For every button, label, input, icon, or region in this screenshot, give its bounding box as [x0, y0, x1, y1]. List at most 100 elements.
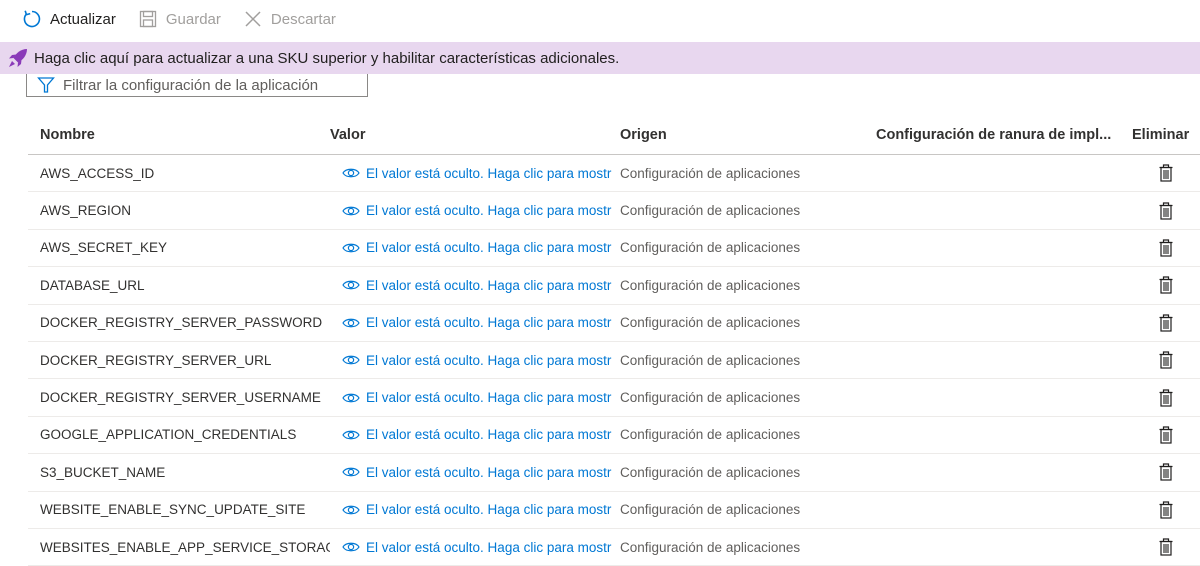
close-icon: [243, 9, 263, 29]
eye-icon: [342, 541, 360, 553]
save-label: Guardar: [165, 10, 221, 28]
table-row[interactable]: AWS_REGION El valor está oculto. Haga cl…: [28, 192, 1200, 230]
table-header: Nombre Valor Origen Configuración de ran…: [28, 116, 1200, 155]
delete-button[interactable]: [1132, 426, 1200, 444]
table-row[interactable]: GOOGLE_APPLICATION_CREDENTIALS El valor …: [28, 417, 1200, 455]
trash-icon: [1159, 201, 1173, 220]
delete-button[interactable]: [1132, 501, 1200, 519]
delete-button[interactable]: [1132, 538, 1200, 556]
table-row[interactable]: AWS_SECRET_KEY El valor está oculto. Hag…: [28, 230, 1200, 268]
setting-name: AWS_REGION: [40, 203, 132, 219]
eye-icon: [342, 317, 360, 329]
delete-button[interactable]: [1132, 276, 1200, 294]
hidden-value-link[interactable]: El valor está oculto. Haga clic para mos…: [330, 203, 620, 218]
trash-icon: [1159, 501, 1173, 519]
refresh-label: Actualizar: [50, 10, 116, 28]
delete-button[interactable]: [1132, 239, 1200, 257]
eye-icon: [342, 242, 360, 254]
rocket-icon: [6, 46, 30, 70]
setting-origin: Configuración de aplicaciones: [620, 240, 801, 256]
upgrade-banner[interactable]: Haga clic aquí para actualizar a una SKU…: [0, 42, 1200, 74]
eye-icon: [342, 167, 360, 179]
setting-name: AWS_ACCESS_ID: [40, 165, 155, 181]
setting-origin: Configuración de aplicaciones: [620, 539, 801, 555]
trash-icon: [1159, 239, 1173, 257]
command-bar: Actualizar Guardar Descartar: [0, 0, 1200, 38]
hidden-value-text: El valor está oculto. Haga clic para mos…: [366, 502, 612, 518]
table-row[interactable]: DOCKER_REGISTRY_SERVER_URL El valor está…: [28, 342, 1200, 380]
setting-name: WEBSITES_ENABLE_APP_SERVICE_STORAGE: [40, 539, 330, 555]
eye-icon: [342, 354, 360, 366]
hidden-value-text: El valor está oculto. Haga clic para mos…: [366, 203, 612, 219]
table-row[interactable]: WEBSITES_ENABLE_APP_SERVICE_STORAGE El v…: [28, 529, 1200, 566]
setting-origin: Configuración de aplicaciones: [620, 165, 801, 181]
hidden-value-text: El valor está oculto. Haga clic para mos…: [366, 315, 612, 331]
trash-icon: [1159, 426, 1173, 444]
eye-icon: [342, 504, 360, 516]
table-row[interactable]: WEBSITE_ENABLE_SYNC_UPDATE_SITE El valor…: [28, 492, 1200, 529]
setting-name: AWS_SECRET_KEY: [40, 240, 168, 256]
refresh-icon: [22, 9, 42, 29]
hidden-value-link[interactable]: El valor está oculto. Haga clic para mos…: [330, 315, 620, 330]
hidden-value-link[interactable]: El valor está oculto. Haga clic para mos…: [330, 353, 620, 368]
trash-icon: [1159, 314, 1173, 332]
hidden-value-text: El valor está oculto. Haga clic para mos…: [366, 240, 612, 256]
hidden-value-text: El valor está oculto. Haga clic para mos…: [366, 464, 612, 480]
table-body: AWS_ACCESS_ID El valor está oculto. Haga…: [28, 155, 1200, 566]
refresh-button[interactable]: Actualizar: [22, 0, 116, 38]
delete-button[interactable]: [1132, 463, 1200, 481]
eye-icon: [342, 279, 360, 291]
setting-origin: Configuración de aplicaciones: [620, 427, 801, 443]
hidden-value-text: El valor está oculto. Haga clic para mos…: [366, 277, 612, 293]
hidden-value-link[interactable]: El valor está oculto. Haga clic para mos…: [330, 278, 620, 293]
column-header-delete: Eliminar: [1132, 127, 1190, 143]
table-row[interactable]: AWS_ACCESS_ID El valor está oculto. Haga…: [28, 155, 1200, 193]
setting-origin: Configuración de aplicaciones: [620, 315, 801, 331]
trash-icon: [1159, 351, 1173, 369]
eye-icon: [342, 429, 360, 441]
save-icon: [138, 9, 158, 29]
hidden-value-link[interactable]: El valor está oculto. Haga clic para mos…: [330, 390, 620, 405]
hidden-value-link[interactable]: El valor está oculto. Haga clic para mos…: [330, 427, 620, 442]
hidden-value-link[interactable]: El valor está oculto. Haga clic para mos…: [330, 465, 620, 480]
delete-button[interactable]: [1132, 388, 1200, 407]
delete-button[interactable]: [1132, 201, 1200, 220]
column-header-slot-setting[interactable]: Configuración de ranura de impl...: [876, 127, 1132, 143]
column-header-value[interactable]: Valor: [330, 127, 620, 143]
delete-button[interactable]: [1132, 164, 1200, 182]
filter-icon: [37, 76, 55, 94]
filter-box[interactable]: [26, 74, 368, 97]
setting-name: DOCKER_REGISTRY_SERVER_USERNAME: [40, 390, 321, 406]
table-row[interactable]: DATABASE_URL El valor está oculto. Haga …: [28, 267, 1200, 305]
filter-input[interactable]: [63, 76, 353, 94]
save-button[interactable]: Guardar: [138, 0, 221, 38]
setting-origin: Configuración de aplicaciones: [620, 390, 801, 406]
upgrade-banner-text: Haga clic aquí para actualizar a una SKU…: [34, 49, 620, 67]
setting-origin: Configuración de aplicaciones: [620, 203, 801, 219]
setting-origin: Configuración de aplicaciones: [620, 352, 801, 368]
delete-button[interactable]: [1132, 351, 1200, 369]
discard-button[interactable]: Descartar: [243, 0, 336, 38]
setting-name: DATABASE_URL: [40, 277, 145, 293]
setting-origin: Configuración de aplicaciones: [620, 277, 801, 293]
setting-name: WEBSITE_ENABLE_SYNC_UPDATE_SITE: [40, 502, 306, 518]
delete-button[interactable]: [1132, 314, 1200, 332]
setting-origin: Configuración de aplicaciones: [620, 502, 801, 518]
column-header-name[interactable]: Nombre: [28, 127, 330, 143]
hidden-value-link[interactable]: El valor está oculto. Haga clic para mos…: [330, 240, 620, 255]
eye-icon: [342, 466, 360, 478]
eye-icon: [342, 205, 360, 217]
column-header-origin[interactable]: Origen: [620, 127, 876, 143]
setting-name: GOOGLE_APPLICATION_CREDENTIALS: [40, 427, 297, 443]
hidden-value-link[interactable]: El valor está oculto. Haga clic para mos…: [330, 502, 620, 517]
table-row[interactable]: DOCKER_REGISTRY_SERVER_USERNAME El valor…: [28, 379, 1200, 417]
table-row[interactable]: DOCKER_REGISTRY_SERVER_PASSWORD El valor…: [28, 305, 1200, 342]
hidden-value-text: El valor está oculto. Haga clic para mos…: [366, 390, 612, 406]
hidden-value-link[interactable]: El valor está oculto. Haga clic para mos…: [330, 166, 620, 181]
hidden-value-text: El valor está oculto. Haga clic para mos…: [366, 352, 612, 368]
app-settings-table: Nombre Valor Origen Configuración de ran…: [28, 116, 1200, 566]
table-row[interactable]: S3_BUCKET_NAME El valor está oculto. Hag…: [28, 454, 1200, 492]
hidden-value-link[interactable]: El valor está oculto. Haga clic para mos…: [330, 540, 620, 555]
trash-icon: [1159, 164, 1173, 182]
setting-origin: Configuración de aplicaciones: [620, 464, 801, 480]
